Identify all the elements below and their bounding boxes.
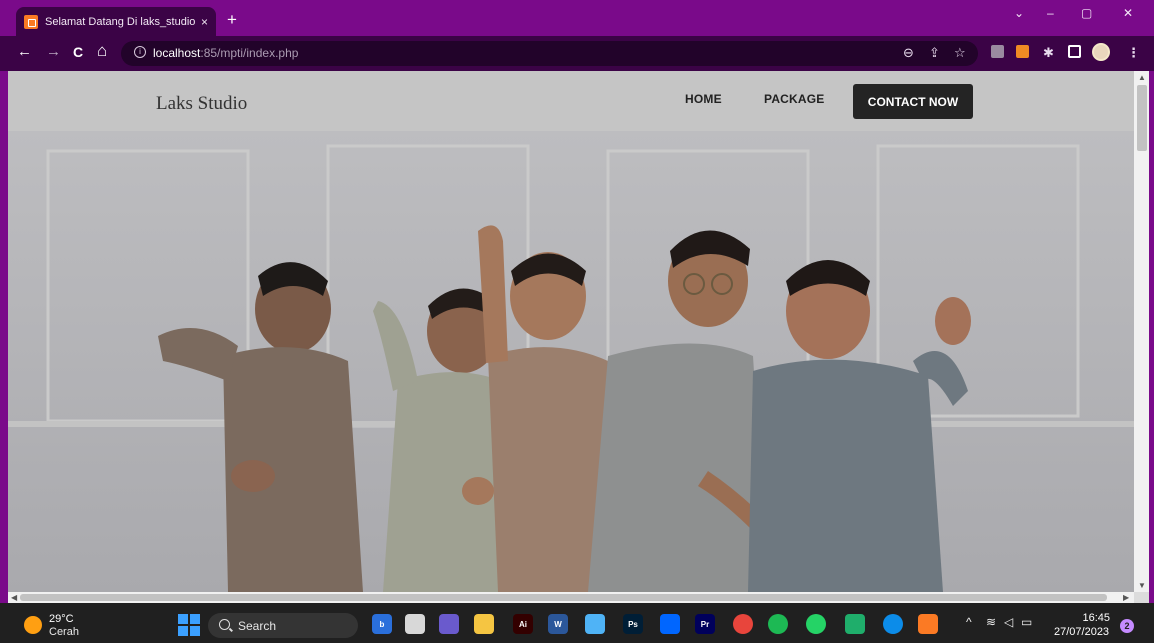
- spotify-icon[interactable]: [768, 614, 788, 634]
- reload-button[interactable]: C: [73, 45, 83, 60]
- tab-close-button[interactable]: ×: [201, 15, 208, 29]
- scroll-right-arrow-icon[interactable]: ▶: [1123, 593, 1129, 602]
- browser-menu-icon[interactable]: ⋮: [1127, 45, 1140, 61]
- site-brand[interactable]: Laks Studio: [156, 93, 247, 115]
- browser-tab[interactable]: Selamat Datang Di laks_studio ×: [16, 7, 216, 36]
- search-icon: [219, 619, 230, 630]
- chrome-icon[interactable]: [733, 614, 753, 634]
- xampp-icon[interactable]: [918, 614, 938, 634]
- whatsapp-icon[interactable]: [806, 614, 826, 634]
- taskbar-search[interactable]: Search: [208, 613, 358, 638]
- home-button[interactable]: ⌂: [97, 42, 107, 59]
- weather-condition[interactable]: Cerah: [49, 626, 79, 638]
- restore-button[interactable]: ▢: [1081, 6, 1092, 20]
- minimize-button[interactable]: –: [1047, 6, 1054, 20]
- profile-avatar-icon[interactable]: [1092, 43, 1110, 61]
- start-button-windows-icon[interactable]: [178, 614, 200, 636]
- side-panel-icon[interactable]: [1068, 45, 1081, 58]
- app-green-icon[interactable]: [845, 614, 865, 634]
- back-button[interactable]: ←: [17, 44, 32, 59]
- tab-title: Selamat Datang Di laks_studio: [45, 15, 195, 28]
- scroll-left-arrow-icon[interactable]: ◀: [11, 593, 17, 602]
- bookmark-star-icon[interactable]: ☆: [954, 45, 966, 61]
- nav-home-link[interactable]: HOME: [685, 92, 722, 106]
- forward-button[interactable]: →: [46, 44, 61, 59]
- clock-date[interactable]: 27/07/2023: [1054, 626, 1109, 638]
- notepad-icon[interactable]: [585, 614, 605, 634]
- teams-icon[interactable]: [439, 614, 459, 634]
- extension-icon[interactable]: [991, 45, 1004, 58]
- word-icon[interactable]: W: [548, 614, 568, 634]
- volume-icon[interactable]: ◁: [1004, 615, 1013, 629]
- zoom-icon[interactable]: ⊖: [903, 45, 914, 61]
- nav-package-link[interactable]: PACKAGE: [764, 92, 825, 106]
- battery-icon[interactable]: ▭: [1021, 615, 1032, 629]
- weather-sun-icon[interactable]: [24, 616, 42, 634]
- windows-taskbar: [0, 603, 1154, 643]
- notification-badge[interactable]: 2: [1120, 619, 1134, 633]
- metamask-icon[interactable]: [1016, 45, 1029, 58]
- scrollbar-corner: [1134, 592, 1149, 603]
- scroll-up-arrow-icon[interactable]: ▲: [1138, 73, 1146, 82]
- illustrator-icon[interactable]: Ai: [513, 614, 533, 634]
- premiere-icon[interactable]: Pr: [695, 614, 715, 634]
- horizontal-scroll-thumb[interactable]: [20, 594, 1107, 601]
- show-hidden-icons-chevron-icon[interactable]: ^: [966, 615, 972, 629]
- clock-time[interactable]: 16:45: [1080, 612, 1110, 624]
- file-explorer-icon[interactable]: [405, 614, 425, 634]
- weather-temperature[interactable]: 29°C: [49, 613, 74, 625]
- url-text[interactable]: localhost:85/mpti/index.php: [153, 46, 298, 60]
- wifi-icon[interactable]: ≋: [986, 615, 996, 629]
- hero-photo-group-of-men: [8, 131, 1134, 592]
- share-icon[interactable]: ⇪: [929, 45, 940, 61]
- power-automate-icon[interactable]: [660, 614, 680, 634]
- contact-now-button[interactable]: CONTACT NOW: [853, 84, 973, 119]
- site-header: Laks Studio HOME PACKAGE CONTACT NOW: [8, 71, 1134, 131]
- photoshop-icon[interactable]: Ps: [623, 614, 643, 634]
- vertical-scroll-thumb[interactable]: [1137, 85, 1147, 151]
- xampp-favicon-icon: [24, 14, 38, 29]
- edge-icon[interactable]: [883, 614, 903, 634]
- web-page: Laks Studio HOME PACKAGE CONTACT NOW: [8, 71, 1134, 592]
- close-window-button[interactable]: ✕: [1123, 6, 1133, 20]
- new-tab-button[interactable]: +: [227, 11, 237, 28]
- folder-icon[interactable]: [474, 614, 494, 634]
- bing-icon[interactable]: b: [372, 614, 392, 634]
- scroll-down-arrow-icon[interactable]: ▼: [1138, 581, 1146, 590]
- site-info-icon[interactable]: i: [134, 46, 146, 58]
- tab-search-button[interactable]: ⌄: [1014, 6, 1024, 20]
- extensions-puzzle-icon[interactable]: ✱: [1043, 45, 1054, 61]
- hero-image: [8, 131, 1134, 592]
